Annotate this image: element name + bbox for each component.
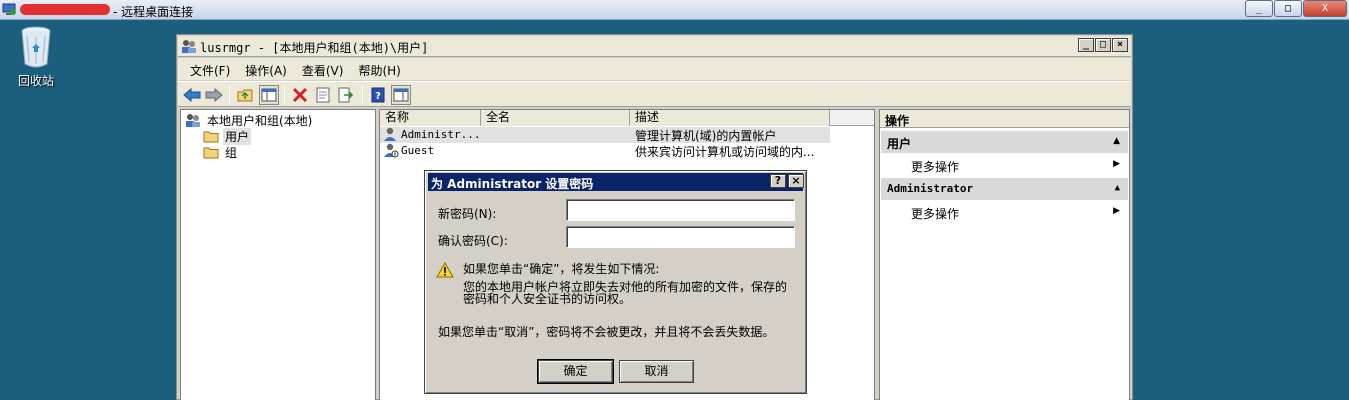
- window-maximize-button[interactable]: □: [1095, 38, 1111, 52]
- users-group-icon: [186, 114, 200, 127]
- action-pane-header: 操作: [880, 110, 1129, 128]
- rdp-title-bar: - 远程桌面连接 _ □ X: [0, 0, 1349, 20]
- back-arrow-icon: [183, 88, 201, 102]
- column-header-description[interactable]: 描述: [630, 110, 830, 126]
- dialog-help-button[interactable]: ?: [770, 174, 786, 188]
- cancel-note: 如果您单击“取消”，密码将不会被更改，并且将不会丢失数据。: [438, 325, 775, 339]
- recycle-bin-label: 回收站: [17, 74, 54, 88]
- svg-text:?: ?: [375, 91, 381, 102]
- confirm-password-input[interactable]: [566, 226, 795, 248]
- show-hide-action-pane-button[interactable]: [391, 85, 411, 105]
- menu-action[interactable]: 操作(A): [233, 58, 287, 80]
- action-item-label: 更多操作: [911, 207, 960, 221]
- console-tree: 本地用户和组(本地) 用户 组: [180, 109, 376, 400]
- export-list-button[interactable]: [336, 85, 356, 105]
- menu-bar: 文件(F) 操作(A) 查看(V) 帮助(H): [178, 58, 1131, 80]
- users-icon: [182, 40, 196, 53]
- collapse-up-icon: ▲: [1113, 136, 1120, 146]
- up-folder-button[interactable]: [235, 85, 255, 105]
- console-tree-icon: [261, 88, 277, 102]
- delete-button[interactable]: [290, 85, 310, 105]
- window-minimize-button[interactable]: _: [1078, 38, 1094, 52]
- action-section-users[interactable]: 用户 ▲: [881, 131, 1128, 153]
- rdp-close-button[interactable]: X: [1303, 0, 1347, 17]
- list-header: 名称 全名 描述: [380, 110, 874, 126]
- warning-line-2: 密码和个人安全证书的访问权。: [463, 292, 632, 306]
- action-section-users-title: 用户: [887, 137, 912, 151]
- forward-arrow-icon: [205, 88, 223, 102]
- action-section-administrator[interactable]: Administrator ▲: [881, 178, 1128, 200]
- export-icon: [338, 87, 354, 103]
- back-button[interactable]: [182, 85, 202, 105]
- table-row[interactable]: Administr... 管理计算机(域)的内置帐户: [380, 127, 830, 143]
- user-disabled-icon: [384, 143, 399, 158]
- help-button[interactable]: ?: [368, 85, 388, 105]
- table-row[interactable]: Guest 供来宾访问计算机或访问域的内...: [380, 143, 830, 159]
- tree-item-users-label: 用户: [223, 127, 252, 145]
- window-controls: _ □ ×: [1078, 38, 1128, 52]
- row-description: 供来宾访问计算机或访问域的内...: [635, 145, 815, 159]
- row-name: Guest: [401, 144, 435, 157]
- dialog-title-bar: 为 Administrator 设置密码 ? ×: [428, 173, 804, 191]
- action-item-label: 更多操作: [911, 160, 960, 174]
- help-book-icon: ?: [371, 87, 385, 103]
- up-folder-icon: [237, 89, 253, 102]
- dialog-close-button[interactable]: ×: [788, 174, 804, 188]
- window-title-bar: lusrmgr - [本地用户和组(本地)\用户] _ □ ×: [178, 36, 1131, 57]
- window-close-button[interactable]: ×: [1112, 38, 1128, 52]
- recycle-bin[interactable]: 回收站: [12, 24, 60, 89]
- row-description: 管理计算机(域)的内置帐户: [635, 129, 777, 143]
- column-header-name[interactable]: 名称: [380, 110, 481, 126]
- menu-file[interactable]: 文件(F): [178, 58, 230, 80]
- action-pane-icon: [393, 88, 409, 102]
- tree-item-users[interactable]: 用户: [203, 127, 252, 145]
- new-password-label: 新密码(N):: [438, 207, 497, 221]
- column-header-fullname[interactable]: 全名: [481, 110, 630, 126]
- collapse-up-icon: ▲: [1114, 183, 1120, 193]
- action-pane: 操作 用户 ▲ 更多操作 ▶ Administrator ▲ 更多操作 ▶: [879, 109, 1130, 400]
- toolbar: ?: [178, 81, 1131, 107]
- ok-button[interactable]: 确定: [537, 359, 614, 384]
- action-more-actions-administrator[interactable]: 更多操作 ▶: [881, 201, 1128, 223]
- new-password-input[interactable]: [566, 199, 795, 221]
- cancel-button[interactable]: 取消: [619, 360, 694, 383]
- rdp-restore-button[interactable]: □: [1274, 0, 1302, 17]
- properties-icon: [316, 87, 330, 103]
- properties-button[interactable]: [313, 85, 333, 105]
- warning-icon: [436, 262, 454, 278]
- submenu-arrow-icon: ▶: [1113, 159, 1120, 169]
- show-hide-tree-button[interactable]: [259, 85, 279, 105]
- tree-item-groups[interactable]: 组: [203, 144, 239, 160]
- row-name: Administr...: [401, 128, 479, 141]
- tree-root-label: 本地用户和组(本地): [207, 113, 313, 128]
- forward-button[interactable]: [204, 85, 224, 105]
- tree-root[interactable]: 本地用户和组(本地): [185, 112, 314, 128]
- folder-icon: [203, 131, 219, 142]
- rdp-title: - 远程桌面连接: [113, 5, 194, 19]
- set-password-dialog: 为 Administrator 设置密码 ? × 新密码(N): 确认密码(C)…: [424, 170, 807, 394]
- delete-x-icon: [292, 87, 308, 103]
- remote-desktop-icon: [2, 3, 16, 15]
- redacted-host-address: [20, 4, 110, 15]
- rdp-minimize-button[interactable]: _: [1245, 0, 1273, 17]
- rdp-window-controls: _ □ X: [1244, 0, 1347, 18]
- confirm-password-label: 确认密码(C):: [438, 234, 508, 248]
- tree-item-groups-label: 组: [225, 145, 238, 160]
- recycle-bin-icon: [21, 26, 51, 68]
- action-section-administrator-title: Administrator: [887, 182, 974, 195]
- action-more-actions-users[interactable]: 更多操作 ▶: [881, 154, 1128, 176]
- window-title: lusrmgr - [本地用户和组(本地)\用户]: [200, 41, 429, 55]
- user-icon: [384, 127, 396, 141]
- menu-view[interactable]: 查看(V): [290, 58, 344, 80]
- submenu-arrow-icon: ▶: [1113, 206, 1120, 216]
- menu-help[interactable]: 帮助(H): [346, 58, 400, 80]
- warning-heading: 如果您单击“确定”，将发生如下情况:: [463, 262, 660, 276]
- dialog-title: 为 Administrator 设置密码: [431, 177, 594, 191]
- folder-icon: [203, 147, 219, 158]
